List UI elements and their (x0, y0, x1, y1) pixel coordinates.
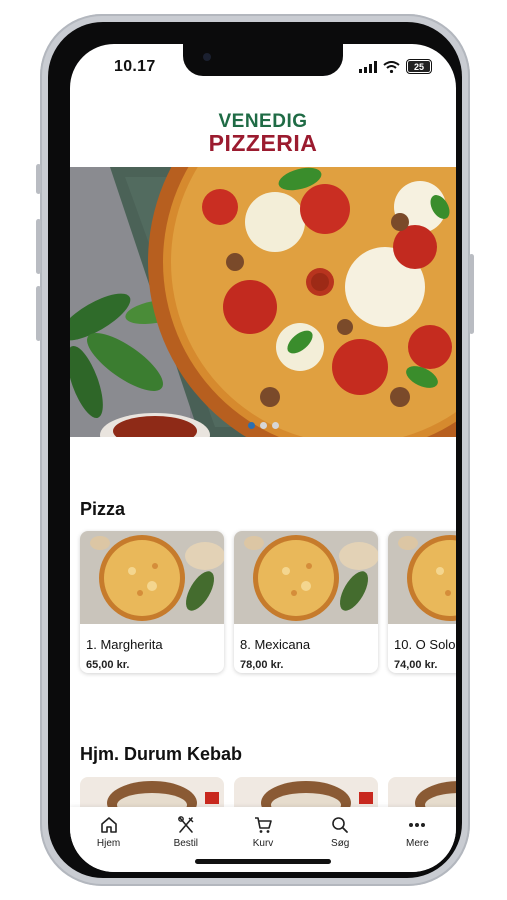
phone-bezel: 10.17 25 VENEDIG PIZZERIA Pizza 1. Margh… (48, 22, 462, 878)
cart-icon (255, 817, 272, 833)
volume-up-button (36, 219, 41, 274)
search-icon (332, 817, 349, 833)
product-image (80, 531, 224, 624)
hero-pizza-image (70, 167, 456, 437)
notch (183, 44, 343, 76)
carousel-dots (70, 422, 456, 429)
brand-line2: PIZZERIA (208, 130, 318, 156)
section-title-pizza: Pizza (80, 499, 126, 519)
phone-frame: 10.17 25 VENEDIG PIZZERIA Pizza 1. Margh… (36, 14, 474, 886)
section-title-durum-kebab: Hjm. Durum Kebab (80, 744, 243, 764)
tab-label: Mere (406, 838, 429, 849)
product-image (107, 781, 219, 807)
wifi-icon (383, 60, 400, 73)
product-image (388, 531, 456, 624)
product-image (261, 781, 373, 807)
product-price: 78,00 kr. (240, 659, 284, 671)
kebab-list (80, 777, 456, 807)
product-card[interactable] (388, 777, 456, 807)
product-card[interactable]: 1. Margherita 65,00 kr. (80, 531, 224, 673)
battery-level: 25 (413, 61, 424, 72)
brand-logo: VENEDIG PIZZERIA (70, 112, 456, 155)
product-card[interactable] (234, 777, 378, 807)
volume-down-button (36, 286, 41, 341)
tab-label: Kurv (252, 838, 274, 849)
mute-switch (36, 164, 41, 194)
utensils-icon (177, 816, 194, 833)
more-icon (409, 823, 426, 827)
battery-icon: 25 (406, 59, 432, 74)
tab-label: Bestil (173, 838, 199, 849)
app-screen: 10.17 25 VENEDIG PIZZERIA Pizza 1. Margh… (70, 44, 456, 872)
tab-hjem[interactable]: Hjem (70, 807, 147, 872)
product-image (415, 781, 456, 807)
tab-label: Søg (331, 838, 350, 849)
home-icon (100, 817, 117, 833)
product-card[interactable]: 10. O Solo 74,00 kr. (388, 531, 456, 673)
camera-icon (203, 53, 211, 61)
carousel-dot[interactable] (259, 422, 267, 429)
tab-mere[interactable]: Mere (379, 807, 456, 872)
status-time: 10.17 (114, 58, 156, 75)
product-price: 65,00 kr. (86, 659, 130, 671)
power-button (469, 254, 474, 334)
home-indicator[interactable] (195, 859, 331, 864)
carousel-dot[interactable] (247, 422, 255, 429)
carousel-dot[interactable] (271, 422, 279, 429)
product-card[interactable]: 8. Mexicana 78,00 kr. (234, 531, 378, 673)
pizza-list: 1. Margherita 65,00 kr. 8. Mexicana 78,0… (80, 531, 456, 673)
status-icons: 25 (359, 59, 432, 74)
product-image (234, 531, 378, 624)
hero-carousel[interactable] (70, 167, 456, 437)
product-name: 10. O Solo (394, 637, 456, 652)
product-price: 74,00 kr. (394, 659, 438, 671)
product-card[interactable] (80, 777, 224, 807)
brand-line1: VENEDIG (218, 111, 308, 132)
product-name: 8. Mexicana (240, 637, 311, 652)
product-name: 1. Margherita (86, 637, 163, 652)
signal-icon (359, 60, 377, 73)
tab-label: Hjem (96, 838, 121, 849)
